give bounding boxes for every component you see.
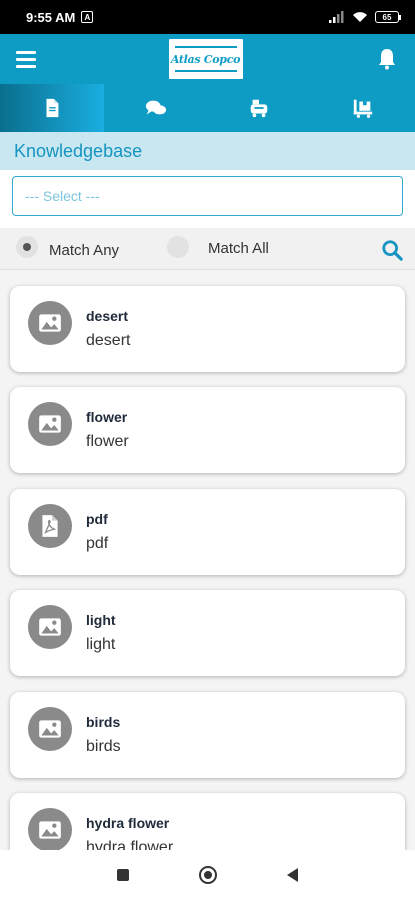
list-item-title: birds	[86, 714, 121, 730]
image-icon	[28, 605, 72, 649]
document-icon	[46, 98, 59, 118]
pdf-icon	[28, 504, 72, 548]
category-select[interactable]: --- Select ---	[12, 176, 403, 216]
list-item-subtitle: flower	[86, 433, 129, 450]
home-icon[interactable]	[199, 866, 217, 884]
recents-icon[interactable]	[117, 869, 129, 881]
search-icon[interactable]	[381, 239, 403, 261]
compressor-icon	[251, 99, 268, 118]
status-bar: 9:55 AM A 65	[0, 0, 415, 34]
list-item-title: desert	[86, 308, 129, 324]
match-all-label: Match All	[208, 240, 269, 257]
chat-icon	[145, 100, 166, 115]
list-item[interactable]: light light	[10, 590, 405, 676]
match-options: Match Any Match All	[0, 228, 415, 270]
list-item-title: flower	[86, 409, 128, 425]
cart-icon	[353, 99, 373, 118]
atlas-copco-logo: Atlas Copco	[168, 39, 243, 79]
list-item-subtitle: desert	[86, 332, 131, 349]
page-title: Knowledgebase	[0, 132, 415, 170]
list-item-title: hydra flower	[86, 815, 170, 831]
list-item-subtitle: hydra flower	[86, 839, 174, 850]
tab-cart[interactable]	[311, 84, 415, 132]
bell-icon[interactable]	[375, 47, 399, 71]
list-item[interactable]: desert desert	[10, 286, 405, 372]
match-all-radio[interactable]	[167, 236, 189, 258]
hamburger-icon[interactable]	[16, 50, 36, 68]
back-icon[interactable]	[287, 868, 298, 882]
signal-icon	[329, 11, 344, 23]
wifi-icon	[353, 12, 367, 22]
list-item-title: light	[86, 612, 116, 628]
image-icon	[28, 808, 72, 850]
list-item[interactable]: hydra flower hydra flower	[10, 793, 405, 850]
match-any-label: Match Any	[49, 242, 120, 259]
status-icons: 65	[329, 11, 401, 23]
battery-level: 65	[375, 11, 399, 23]
tab-chat[interactable]	[104, 84, 208, 132]
image-icon	[28, 707, 72, 751]
battery-icon: 65	[375, 11, 401, 23]
image-icon	[28, 402, 72, 446]
logo-text: Atlas Copco	[170, 52, 241, 66]
image-icon	[28, 301, 72, 345]
list-item-subtitle: light	[86, 636, 116, 653]
knowledgebase-list: desert desert flower flower pdf pdf ligh…	[0, 270, 415, 850]
list-item-subtitle: pdf	[86, 535, 109, 552]
select-container: --- Select ---	[0, 170, 415, 228]
list-item[interactable]: pdf pdf	[10, 489, 405, 575]
status-time: 9:55 AM	[26, 9, 76, 25]
system-nav-bar	[0, 850, 415, 900]
notification-badge-icon: A	[81, 11, 94, 23]
list-item-title: pdf	[86, 511, 108, 527]
list-item[interactable]: flower flower	[10, 387, 405, 473]
tab-bar	[0, 84, 415, 132]
app-bar: Atlas Copco	[0, 34, 415, 84]
list-item[interactable]: birds birds	[10, 692, 405, 778]
tab-compressor[interactable]	[208, 84, 312, 132]
match-any-radio[interactable]	[16, 236, 38, 258]
tab-documents[interactable]	[0, 84, 104, 132]
list-item-subtitle: birds	[86, 738, 121, 755]
